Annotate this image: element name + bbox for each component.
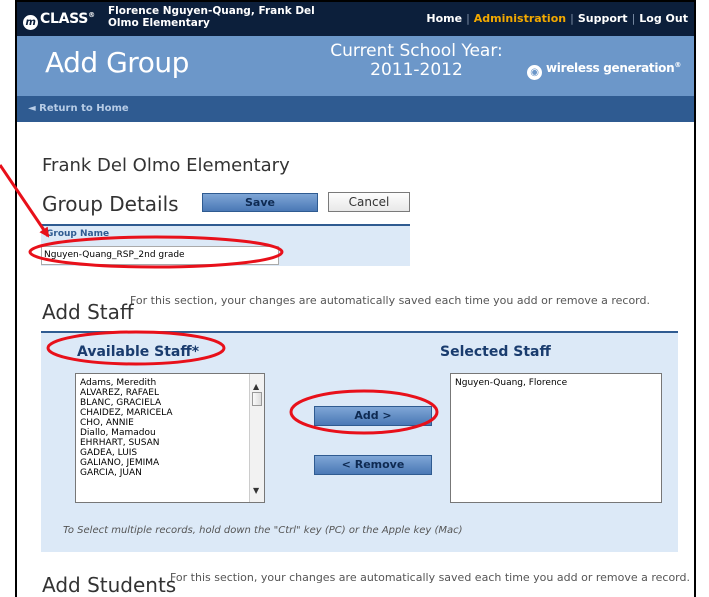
group-name-input[interactable]: Nguyen-Quang_RSP_2nd grade — [41, 246, 279, 265]
add-students-title: Add Students — [42, 573, 177, 597]
class-logo-mark: ® — [88, 11, 95, 19]
nav-home[interactable]: Home — [426, 12, 462, 25]
remove-button[interactable]: < Remove — [314, 455, 432, 475]
brand-mark: ® — [674, 61, 682, 69]
group-name-label: Group Name — [46, 229, 110, 239]
selected-staff-list[interactable]: Nguyen-Quang, Florence — [450, 373, 662, 503]
scroll-down-icon[interactable]: ▼ — [253, 486, 259, 495]
add-staff-note: For this section, your changes are autom… — [130, 294, 650, 307]
list-item[interactable]: CHAIDEZ, MARICELA — [76, 408, 173, 418]
staff-panel: Available Staff* Selected Staff Adams, M… — [41, 331, 678, 552]
list-item[interactable]: EHRHART, SUSAN — [76, 438, 173, 448]
multi-select-note: To Select multiple records, hold down th… — [63, 525, 463, 536]
list-item[interactable]: GARCIA, JUAN — [76, 468, 173, 478]
nav-separator: | — [466, 12, 470, 25]
selected-staff-label: Selected Staff — [440, 344, 551, 360]
page-title: Add Group — [45, 46, 189, 79]
app-window: m CLASS® Florence Nguyen-Quang, Frank Del… — [15, 0, 696, 597]
selected-staff-items: Nguyen-Quang, Florence — [451, 378, 567, 388]
group-name-section: Group Name Nguyen-Quang_RSP_2nd grade — [41, 224, 410, 266]
cancel-button[interactable]: Cancel — [328, 192, 410, 212]
list-item[interactable]: ALVAREZ, RAFAEL — [76, 388, 173, 398]
class-logo-text: CLASS — [40, 11, 89, 27]
list-item[interactable]: Adams, Meredith — [76, 378, 173, 388]
save-button[interactable]: Save — [202, 193, 318, 212]
add-button[interactable]: Add > — [314, 406, 432, 426]
nav-separator: | — [570, 12, 574, 25]
available-staff-list[interactable]: Adams, Meredith ALVAREZ, RAFAEL BLANC, G… — [75, 373, 265, 503]
user-school-title: Florence Nguyen-Quang, Frank Del Olmo El… — [108, 5, 315, 29]
available-staff-label: Available Staff* — [77, 344, 200, 360]
school-year: Current School Year: 2011-2012 — [330, 41, 503, 80]
scrollbar[interactable]: ▲ ▼ — [249, 374, 264, 502]
group-details-title: Group Details — [42, 192, 179, 216]
available-staff-items: Adams, Meredith ALVAREZ, RAFAEL BLANC, G… — [76, 378, 173, 478]
add-students-note: For this section, your changes are autom… — [170, 571, 690, 584]
return-to-home-link[interactable]: ◄ Return to Home — [28, 103, 129, 114]
nav-separator: | — [631, 12, 636, 25]
brand-name: wireless generation — [546, 61, 675, 75]
scroll-thumb[interactable] — [252, 392, 262, 406]
page-header: Add Group Current School Year: 2011-2012… — [17, 36, 694, 96]
nav-support[interactable]: Support — [578, 12, 628, 25]
list-item[interactable]: CHO, ANNIE — [76, 418, 173, 428]
class-logo-icon: m — [23, 15, 38, 30]
nav-log-out[interactable]: Log Out — [639, 12, 688, 25]
wireless-generation-logo: ◉ wireless generation® — [527, 61, 681, 80]
add-staff-title: Add Staff — [42, 300, 134, 324]
nav-administration[interactable]: Administration — [474, 12, 566, 25]
school-name: Frank Del Olmo Elementary — [42, 155, 290, 176]
list-item[interactable]: GALIANO, JEMIMA — [76, 458, 173, 468]
list-item[interactable]: Diallo, Mamadou — [76, 428, 173, 438]
wireless-generation-icon: ◉ — [527, 65, 542, 80]
scroll-up-icon[interactable]: ▲ — [253, 382, 259, 391]
return-bar: ◄ Return to Home — [17, 96, 694, 122]
top-nav: Home | Administration | Support | Log Out — [426, 12, 688, 25]
list-item[interactable]: Nguyen-Quang, Florence — [451, 378, 567, 388]
top-bar: m CLASS® Florence Nguyen-Quang, Frank Del… — [17, 2, 694, 36]
list-item[interactable]: BLANC, GRACIELA — [76, 398, 173, 408]
class-logo[interactable]: m CLASS® — [23, 11, 95, 30]
list-item[interactable]: GADEA, LUIS — [76, 448, 173, 458]
